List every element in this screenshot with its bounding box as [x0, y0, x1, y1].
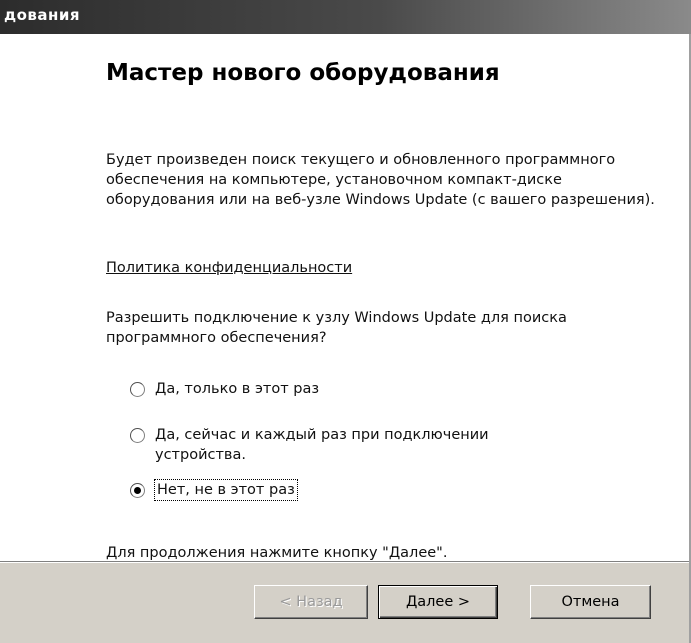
- privacy-policy-link[interactable]: Политика конфиденциальности: [106, 260, 352, 276]
- option-yes-always[interactable]: Да, сейчас и каждый раз при подключении …: [130, 425, 555, 465]
- radio-yes-always[interactable]: [130, 428, 145, 443]
- wizard-title: Мастер нового оборудования: [106, 60, 500, 86]
- option-no[interactable]: Нет, не в этот раз: [130, 479, 298, 501]
- wizard-window: дования Мастер нового оборудования Будет…: [0, 0, 691, 643]
- title-bar[interactable]: дования: [0, 0, 691, 34]
- window-title: дования: [4, 6, 81, 24]
- next-button[interactable]: Далее >: [378, 585, 498, 619]
- wizard-content: Мастер нового оборудования Будет произве…: [0, 34, 688, 562]
- option-yes-this-time[interactable]: Да, только в этот раз: [130, 379, 555, 399]
- option-yes-always-label[interactable]: Да, сейчас и каждый раз при подключении …: [155, 425, 555, 465]
- option-no-label[interactable]: Нет, не в этот раз: [154, 479, 298, 501]
- wizard-description: Будет произведен поиск текущего и обновл…: [106, 152, 655, 208]
- continue-hint: Для продолжения нажмите кнопку "Далее".: [106, 545, 448, 561]
- back-button[interactable]: < Назад: [254, 585, 368, 619]
- update-question: Разрешить подключение к узлу Windows Upd…: [106, 310, 567, 346]
- button-bar: < Назад Далее > Отмена: [0, 562, 689, 643]
- option-yes-this-time-label[interactable]: Да, только в этот раз: [155, 379, 555, 399]
- radio-no[interactable]: [130, 483, 145, 498]
- cancel-button[interactable]: Отмена: [530, 585, 651, 619]
- radio-yes-this-time[interactable]: [130, 382, 145, 397]
